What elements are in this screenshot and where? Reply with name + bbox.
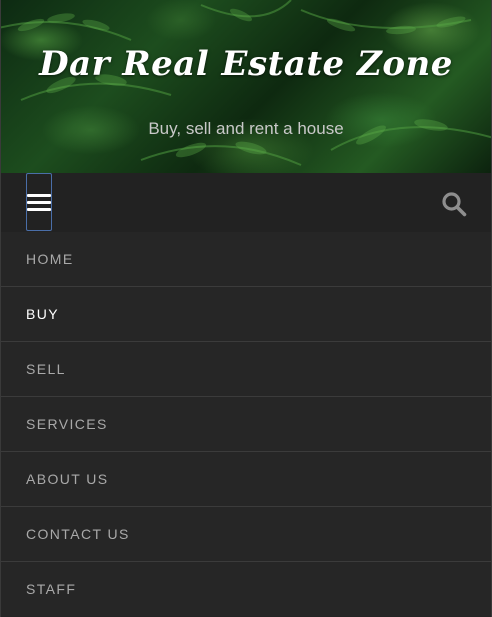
nav-item-services[interactable]: SERVICES <box>1 397 491 452</box>
hamburger-menu-icon-bar <box>27 200 51 204</box>
nav-item-contact-us[interactable]: CONTACT US <box>1 507 491 562</box>
main-navigation: HOME BUY SELL SERVICES ABOUT US CONTACT … <box>1 232 491 616</box>
site-title[interactable]: Dar Real Estate Zone <box>1 44 491 84</box>
site-header: Dar Real Estate Zone Buy, sell and rent … <box>1 0 491 173</box>
search-icon[interactable] <box>441 191 467 217</box>
fern-background-image <box>1 0 491 166</box>
nav-item-about-us[interactable]: ABOUT US <box>1 452 491 507</box>
page: Dar Real Estate Zone Buy, sell and rent … <box>0 0 492 617</box>
nav-item-buy[interactable]: BUY <box>1 287 491 342</box>
site-tagline: Buy, sell and rent a house <box>148 119 344 138</box>
nav-item-staff[interactable]: STAFF <box>1 562 491 616</box>
menu-toggle-button[interactable] <box>26 173 52 231</box>
nav-item-home[interactable]: HOME <box>1 232 491 287</box>
nav-item-sell[interactable]: SELL <box>1 342 491 397</box>
hamburger-menu-icon-bar <box>27 207 51 211</box>
top-bar <box>1 173 491 232</box>
hamburger-menu-icon <box>27 193 51 197</box>
